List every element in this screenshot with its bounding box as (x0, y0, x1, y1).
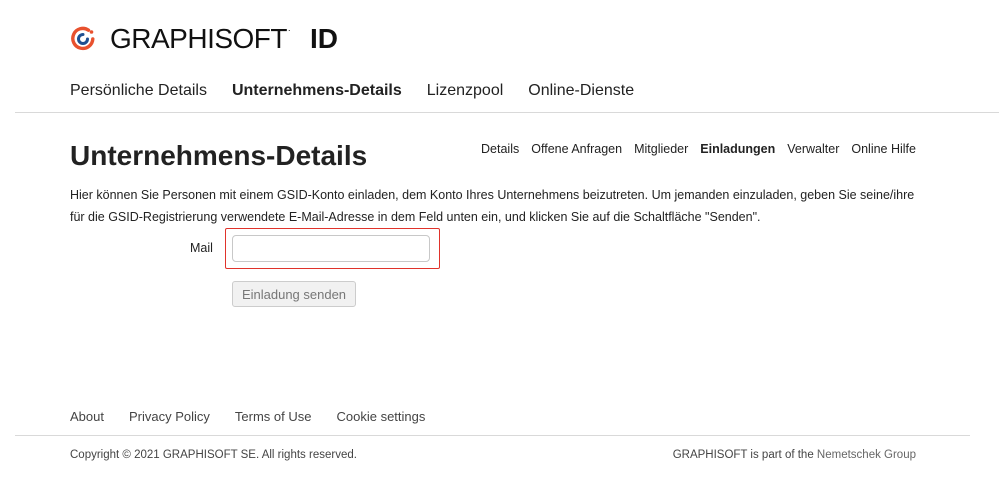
main-nav-unternehmens-details[interactable]: Unternehmens-Details (232, 82, 402, 100)
section-sub-nav: Details Offene Anfragen Mitglieder Einla… (481, 142, 916, 156)
footer-link-terms-of-use[interactable]: Terms of Use (235, 409, 312, 424)
copyright-notice: Copyright © 2021 GRAPHISOFT SE. All righ… (70, 449, 357, 461)
sub-nav-offene-anfragen[interactable]: Offene Anfragen (531, 142, 622, 156)
sub-nav-details[interactable]: Details (481, 142, 519, 156)
main-nav: Persönliche Details Unternehmens-Details… (70, 82, 634, 100)
brand-wordmark: GRAPHISOFT. (110, 23, 291, 54)
brand-id-suffix: ID (310, 23, 339, 54)
graphisoft-logo-icon (71, 26, 95, 51)
graphisoft-id-logo[interactable]: GRAPHISOFT. ID (70, 23, 339, 54)
footer-links: About Privacy Policy Terms of Use Cookie… (70, 409, 425, 424)
footer-link-about[interactable]: About (70, 409, 104, 424)
mail-label: Mail (190, 241, 213, 255)
nemetschek-group-link[interactable]: Nemetschek Group (817, 449, 916, 461)
invitation-instructions: Hier können Sie Personen mit einem GSID-… (70, 188, 915, 224)
header-divider (15, 112, 999, 113)
sub-nav-verwalter[interactable]: Verwalter (787, 142, 839, 156)
parent-company-notice: GRAPHISOFT is part of the Nemetschek Gro… (673, 449, 916, 461)
page-title: Unternehmens-Details (70, 140, 368, 171)
footer-divider (15, 435, 970, 436)
sub-nav-online-hilfe[interactable]: Online Hilfe (851, 142, 916, 156)
sub-nav-mitglieder[interactable]: Mitglieder (634, 142, 688, 156)
send-invitation-button[interactable]: Einladung senden (232, 281, 356, 307)
footer-link-cookie-settings[interactable]: Cookie settings (336, 409, 425, 424)
main-nav-lizenzpool[interactable]: Lizenzpool (427, 82, 504, 100)
mail-input[interactable] (232, 235, 430, 262)
parent-company-prefix: GRAPHISOFT is part of the (672, 449, 817, 461)
footer-link-privacy-policy[interactable]: Privacy Policy (129, 409, 210, 424)
main-nav-persoenliche-details[interactable]: Persönliche Details (70, 82, 207, 100)
sub-nav-einladungen[interactable]: Einladungen (700, 142, 775, 156)
main-nav-online-dienste[interactable]: Online-Dienste (528, 82, 634, 100)
